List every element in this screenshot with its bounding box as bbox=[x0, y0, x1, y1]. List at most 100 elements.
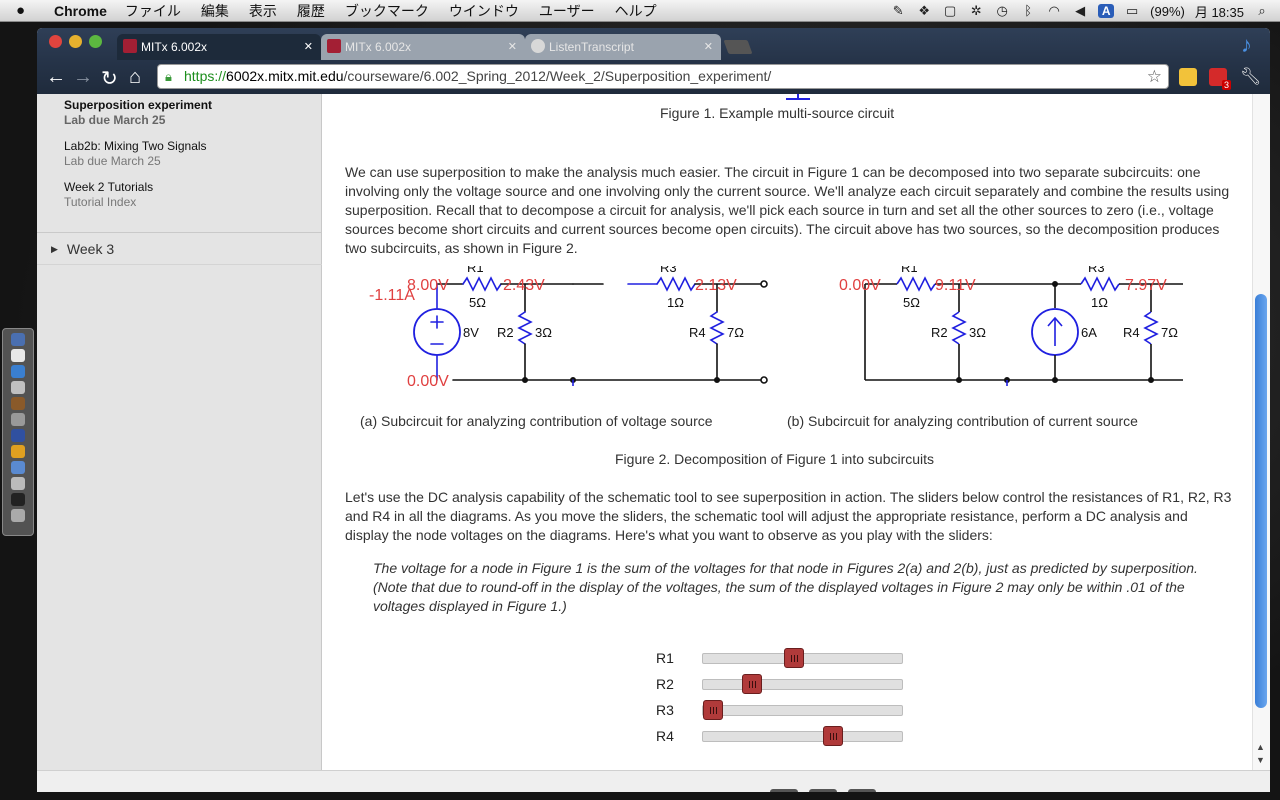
menu-app-name[interactable]: Chrome bbox=[54, 3, 107, 19]
script-icon[interactable]: ✎ bbox=[890, 4, 906, 18]
close-tab-icon[interactable]: ✕ bbox=[304, 40, 313, 53]
battery-icon[interactable]: ▭ bbox=[1124, 4, 1140, 18]
spotlight-search-icon[interactable]: ⌕ bbox=[1254, 4, 1270, 18]
window-icon[interactable]: ▢ bbox=[942, 4, 958, 18]
photo-dock-icon[interactable] bbox=[11, 413, 25, 426]
menu-bookmarks[interactable]: ブックマーク bbox=[345, 1, 429, 21]
r3-label: R3 bbox=[660, 266, 677, 275]
figure2-schematics: R1 5Ω R3 1Ω R2 3Ω R4 7Ω 8V -1.11A 8.00V … bbox=[369, 266, 1183, 386]
device-dock-icon[interactable] bbox=[11, 477, 25, 490]
home-icon[interactable]: ⌂ bbox=[129, 66, 141, 89]
slider-r2-thumb[interactable] bbox=[742, 674, 763, 694]
dropbox-icon[interactable]: ❖ bbox=[916, 4, 932, 18]
close-tab-icon[interactable]: ✕ bbox=[704, 40, 713, 53]
menu-help[interactable]: ヘルプ bbox=[615, 1, 657, 21]
scroll-up-arrow-icon[interactable]: ▲ bbox=[1256, 742, 1265, 752]
sidebar-week3-section[interactable]: ▶ Week 3 bbox=[51, 241, 114, 257]
menu-window[interactable]: ウインドウ bbox=[449, 1, 519, 21]
wrench-menu-icon[interactable]: 🔧︎ bbox=[1240, 68, 1262, 86]
calendar-dock-icon[interactable] bbox=[11, 349, 25, 362]
status-tab bbox=[770, 789, 798, 792]
volume-icon[interactable]: ◀ bbox=[1072, 4, 1088, 18]
bluetooth-icon[interactable]: ᛒ bbox=[1020, 4, 1036, 18]
sidebar-item-title: Superposition experiment bbox=[64, 98, 213, 112]
close-window-button[interactable] bbox=[49, 35, 62, 48]
globe-dock-icon[interactable] bbox=[11, 429, 25, 442]
slider-r1-thumb[interactable] bbox=[783, 648, 804, 668]
time-machine-icon[interactable]: ◷ bbox=[994, 4, 1010, 18]
sidebar-item-week2-tutorials[interactable]: Week 2 Tutorials Tutorial Index bbox=[64, 180, 153, 209]
reload-icon[interactable]: ↻ bbox=[101, 66, 118, 91]
r4-label: R4 bbox=[689, 325, 706, 340]
utility-dock-icon[interactable] bbox=[11, 381, 25, 394]
paw-icon[interactable]: ✲ bbox=[968, 4, 984, 18]
node-voltage: 0.00V bbox=[407, 373, 449, 386]
figure1-ground-symbol bbox=[786, 98, 810, 100]
slider-label-r4: R4 bbox=[656, 728, 674, 744]
url-scheme: https:// bbox=[184, 68, 227, 84]
r2-value: 3Ω bbox=[535, 325, 552, 340]
menubar-clock[interactable]: 月 18:35 bbox=[1195, 2, 1244, 21]
tab-mitx-2[interactable]: MITx 6.002x ✕ bbox=[321, 34, 525, 60]
r4-value: 7Ω bbox=[1161, 325, 1178, 340]
slider-r2[interactable] bbox=[702, 674, 903, 694]
junction-node bbox=[956, 377, 962, 383]
r1-value: 5Ω bbox=[469, 295, 486, 310]
sidebar-item-superposition-experiment[interactable]: Superposition experiment Lab due March 2… bbox=[64, 98, 212, 127]
scrollbar-thumb[interactable] bbox=[1255, 294, 1267, 708]
sidebar-divider bbox=[37, 264, 322, 265]
figure1-caption: Figure 1. Example multi-source circuit bbox=[660, 105, 895, 121]
tab-strip: MITx 6.002x ✕ MITx 6.002x ✕ ListenTransc… bbox=[37, 28, 1270, 60]
week3-label: Week 3 bbox=[66, 241, 115, 257]
music-note-icon[interactable]: ♪ bbox=[1241, 32, 1252, 58]
menu-view[interactable]: 表示 bbox=[249, 1, 277, 21]
dock bbox=[2, 328, 34, 536]
menu-user[interactable]: ユーザー bbox=[539, 1, 595, 21]
slider-r3[interactable] bbox=[702, 700, 903, 720]
scroll-down-arrow-icon[interactable]: ▼ bbox=[1256, 755, 1265, 765]
slider-label-r1: R1 bbox=[656, 650, 674, 666]
terminal-dock-icon[interactable] bbox=[11, 493, 25, 506]
wifi-icon[interactable]: ◠ bbox=[1046, 4, 1062, 18]
menu-edit[interactable]: 編集 bbox=[201, 1, 229, 21]
slider-r3-thumb[interactable] bbox=[703, 700, 723, 720]
page: Superposition experiment Lab due March 2… bbox=[37, 94, 1270, 792]
slider-r4-thumb[interactable] bbox=[822, 726, 843, 746]
safari-dock-icon[interactable] bbox=[11, 365, 25, 378]
address-bar[interactable]: 🔒︎ https://6002x.mitx.mit.edu/courseware… bbox=[157, 64, 1169, 89]
new-tab-button[interactable] bbox=[723, 40, 753, 54]
forward-arrow-icon[interactable]: → bbox=[73, 66, 93, 89]
mail-extension-icon[interactable]: 3 bbox=[1209, 68, 1231, 90]
junction-node bbox=[522, 377, 528, 383]
tab-mitx-1[interactable]: MITx 6.002x ✕ bbox=[117, 34, 321, 60]
terminal-node bbox=[760, 376, 768, 384]
trash-dock-icon[interactable] bbox=[11, 509, 25, 522]
sidebar-item-title: Lab2b: Mixing Two Signals bbox=[64, 139, 207, 153]
r2-value: 3Ω bbox=[969, 325, 986, 340]
slider-r1[interactable] bbox=[702, 648, 903, 668]
input-method-icon[interactable]: A bbox=[1098, 4, 1115, 18]
subcircuit-b: R1 5Ω R3 1Ω R2 3Ω R4 7Ω 6A 0.00V 9.11V 7… bbox=[839, 266, 1183, 386]
bookmark-star-icon[interactable]: ☆ bbox=[1147, 65, 1162, 88]
sidebar-item-title: Week 2 Tutorials bbox=[64, 180, 154, 194]
guitar-dock-icon[interactable] bbox=[11, 397, 25, 410]
close-tab-icon[interactable]: ✕ bbox=[508, 40, 517, 53]
apple-menu-icon[interactable]: ● bbox=[16, 2, 36, 19]
back-arrow-icon[interactable]: ← bbox=[46, 66, 66, 89]
zoom-window-button[interactable] bbox=[89, 35, 102, 48]
node-voltage: 0.00V bbox=[839, 277, 881, 294]
browser-toolbar: ← → ↻ ⌂ 🔒︎ https://6002x.mitx.mit.edu/co… bbox=[37, 60, 1270, 94]
menu-file[interactable]: ファイル bbox=[125, 1, 181, 21]
notes-extension-icon[interactable] bbox=[1179, 68, 1197, 86]
menu-history[interactable]: 履歴 bbox=[297, 1, 325, 21]
slider-r4[interactable] bbox=[702, 726, 903, 746]
network-dock-icon[interactable] bbox=[11, 461, 25, 474]
sidebar-item-lab2b[interactable]: Lab2b: Mixing Two Signals Lab due March … bbox=[64, 139, 207, 168]
node-voltage: 8.00V bbox=[407, 277, 449, 294]
subcircuit-b-caption: (b) Subcircuit for analyzing contributio… bbox=[787, 413, 1138, 429]
finder-dock-icon[interactable] bbox=[11, 333, 25, 346]
tab-listen-transcript[interactable]: ListenTranscript ✕ bbox=[525, 34, 721, 60]
chrome-dock-icon[interactable] bbox=[11, 445, 25, 458]
battery-percent: (99%) bbox=[1150, 3, 1185, 19]
minimize-window-button[interactable] bbox=[69, 35, 82, 48]
